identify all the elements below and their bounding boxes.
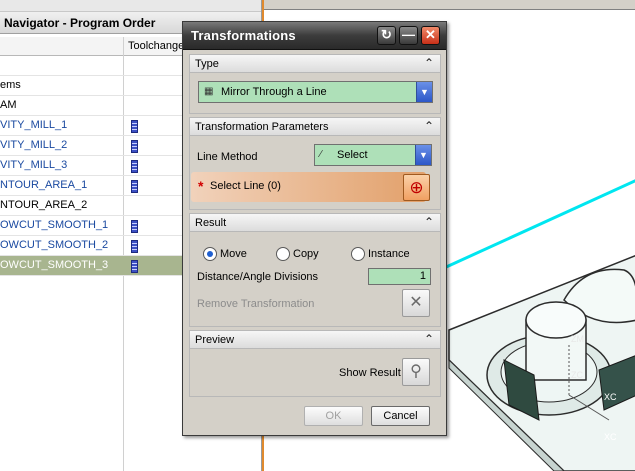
line-icon: ∕ [320, 149, 322, 160]
toolchange-icon [131, 160, 138, 173]
line-method-value: Select [337, 149, 368, 161]
radio-instance-label: Instance [368, 248, 410, 260]
radio-move-dot[interactable] [203, 247, 217, 261]
section-header-result[interactable]: Result ⌃ [189, 213, 441, 232]
section-header-params[interactable]: Transformation Parameters ⌃ [189, 117, 441, 136]
cancel-button[interactable]: Cancel [371, 406, 430, 426]
section-label-params: Transformation Parameters [195, 121, 329, 133]
reset-icon[interactable]: ↻ [377, 26, 396, 45]
section-header-type[interactable]: Type ⌃ [189, 54, 441, 73]
minimize-icon[interactable]: — [399, 26, 418, 45]
select-line-label: Select Line (0) [210, 180, 281, 192]
line-method-dropdown[interactable]: ∕ Select ▼ [314, 144, 432, 166]
type-dropdown-value: Mirror Through a Line [221, 86, 327, 98]
toolchange-icon [131, 140, 138, 153]
operation-name: NTOUR_AREA_1 [0, 179, 88, 191]
collapse-icon[interactable]: ⌃ [422, 119, 436, 134]
axis-label-xc-1: XC [604, 392, 617, 402]
close-icon[interactable]: ✕ [421, 26, 440, 45]
axis-label-xc-2: XC [604, 432, 617, 442]
operation-name: AM [0, 99, 17, 111]
radio-instance-dot[interactable] [351, 247, 365, 261]
section-label-preview: Preview [195, 334, 235, 346]
dialog-title: Transformations [191, 28, 296, 43]
operation-name: OWCUT_SMOOTH_1 [0, 219, 109, 231]
remove-transformation-label: Remove Transformation [197, 298, 315, 310]
section-label-type: Type [195, 58, 219, 70]
line-method-label: Line Method [197, 151, 258, 163]
transformations-dialog: Transformations ↻ — ✕ Type ⌃ ▦ Mirror Th… [182, 21, 447, 436]
mirror-line [443, 179, 635, 270]
axis-label-zc: ZC [571, 370, 583, 380]
divisions-label: Distance/Angle Divisions [197, 271, 319, 283]
chevron-down-icon[interactable]: ▼ [415, 145, 431, 165]
toolchange-icon [131, 220, 138, 233]
operation-name: ems [0, 79, 21, 91]
chevron-down-icon[interactable]: ▼ [416, 82, 432, 102]
toolchange-icon [131, 240, 138, 253]
required-marker: * [198, 178, 204, 194]
ok-button[interactable]: OK [304, 406, 363, 426]
boss-top [525, 301, 587, 339]
toolchange-icon [131, 120, 138, 133]
operation-name: OWCUT_SMOOTH_2 [0, 239, 109, 251]
dialog-titlebar[interactable]: Transformations ↻ — ✕ [183, 22, 446, 50]
show-result-label: Show Result [339, 367, 401, 379]
toolchange-icon [131, 180, 138, 193]
collapse-icon[interactable]: ⌃ [422, 56, 436, 71]
select-line-field[interactable]: * Select Line (0) [191, 172, 426, 202]
operation-name: VITY_MILL_3 [0, 159, 68, 171]
divisions-input[interactable]: 1 [368, 268, 431, 285]
type-dropdown[interactable]: ▦ Mirror Through a Line ▼ [198, 81, 433, 103]
operation-name: VITY_MILL_1 [0, 119, 68, 131]
radio-copy-dot[interactable] [276, 247, 290, 261]
remove-transformation-icon[interactable]: ✕ [402, 289, 430, 317]
operation-name: VITY_MILL_2 [0, 139, 68, 151]
operation-name: NTOUR_AREA_2 [0, 199, 88, 211]
section-header-preview[interactable]: Preview ⌃ [189, 330, 441, 349]
section-label-result: Result [195, 217, 227, 229]
axis-label-zm: ZM [571, 334, 584, 344]
column-header-toolchange[interactable]: Toolchange [128, 40, 184, 52]
magnifier-icon[interactable]: ⚲ [402, 358, 430, 386]
collapse-icon[interactable]: ⌃ [422, 332, 436, 347]
section-body-type: ▦ Mirror Through a Line ▼ [189, 73, 441, 114]
toolchange-icon [131, 260, 138, 273]
operation-name: OWCUT_SMOOTH_3 [0, 259, 109, 271]
radio-move-label: Move [220, 248, 247, 260]
mirror-icon: ▦ [204, 86, 214, 97]
crosshair-icon[interactable]: ⊕ [403, 174, 430, 201]
collapse-icon[interactable]: ⌃ [422, 215, 436, 230]
navigator-top-strip [0, 0, 261, 12]
radio-copy-label: Copy [293, 248, 319, 260]
